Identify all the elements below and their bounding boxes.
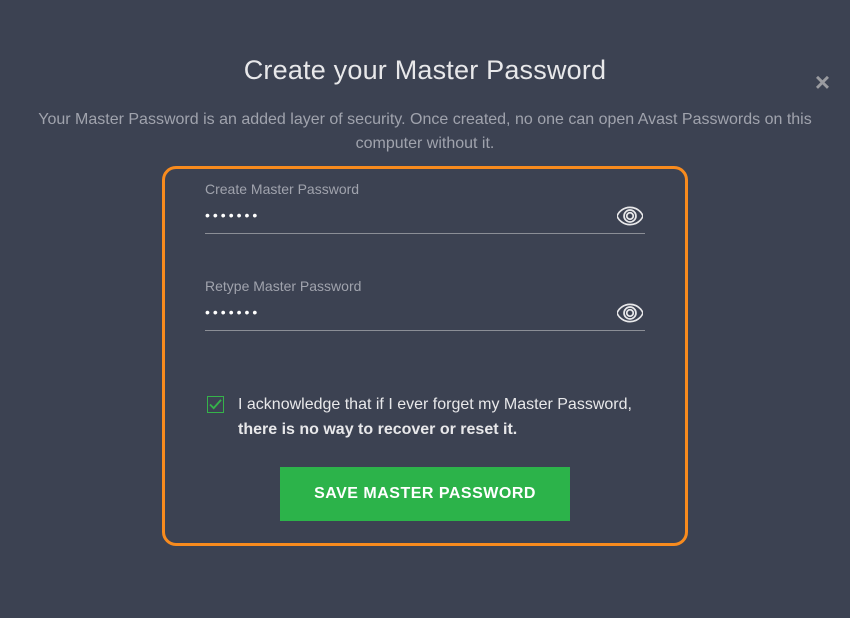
dialog-subtitle: Your Master Password is an added layer o… <box>0 108 850 156</box>
acknowledge-text-bold: there is no way to recover or reset it. <box>238 421 517 438</box>
check-icon <box>209 399 222 410</box>
close-button[interactable]: × <box>815 69 830 95</box>
save-master-password-button[interactable]: SAVE MASTER PASSWORD <box>280 467 570 521</box>
create-password-group: Create Master Password <box>205 181 645 234</box>
acknowledge-row: I acknowledge that if I ever forget my M… <box>205 393 645 443</box>
dialog-title: Create your Master Password <box>0 55 850 86</box>
form-container: Create Master Password Retype Master Pas… <box>162 166 688 546</box>
eye-icon <box>617 206 643 226</box>
retype-password-label: Retype Master Password <box>205 278 645 294</box>
create-password-label: Create Master Password <box>205 181 645 197</box>
acknowledge-text-pre: I acknowledge that if I ever forget my M… <box>238 396 632 413</box>
retype-password-group: Retype Master Password <box>205 278 645 331</box>
close-icon: × <box>815 67 830 97</box>
create-password-input[interactable] <box>205 203 645 234</box>
toggle-visibility-retype[interactable] <box>617 303 643 323</box>
acknowledge-text: I acknowledge that if I ever forget my M… <box>238 393 645 443</box>
eye-icon <box>617 303 643 323</box>
toggle-visibility-create[interactable] <box>617 206 643 226</box>
acknowledge-checkbox[interactable] <box>207 396 224 413</box>
retype-password-input[interactable] <box>205 300 645 331</box>
